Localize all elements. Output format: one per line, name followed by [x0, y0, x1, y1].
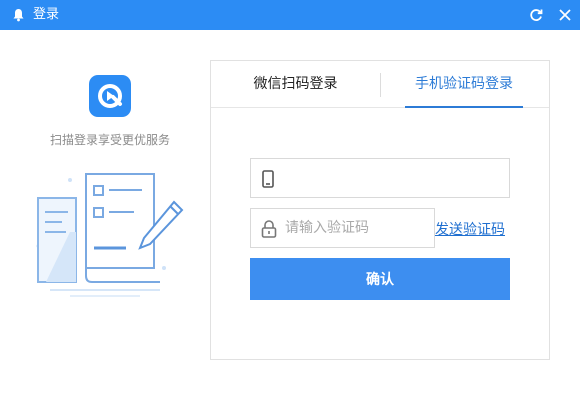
- phone-number-input[interactable]: [285, 159, 505, 197]
- tab-divider: [380, 73, 381, 97]
- bell-icon: [13, 9, 24, 22]
- app-logo-icon: [89, 75, 131, 117]
- confirm-button[interactable]: 确认: [250, 258, 510, 300]
- phone-icon: [262, 170, 274, 188]
- phone-field[interactable]: [250, 158, 510, 198]
- title-bar: 登录: [0, 0, 580, 30]
- refresh-icon[interactable]: [528, 7, 544, 23]
- tab-phone-code-login[interactable]: 手机验证码登录: [405, 61, 523, 108]
- tab-wechat-scan-login[interactable]: 微信扫码登录: [211, 61, 380, 108]
- verification-code-input[interactable]: [285, 209, 430, 247]
- verification-code-field[interactable]: [250, 208, 435, 248]
- lock-icon: [261, 220, 277, 238]
- window-title: 登录: [33, 7, 60, 22]
- document-pencil-illustration: [36, 173, 184, 297]
- login-tabs: 微信扫码登录 手机验证码登录: [211, 61, 549, 108]
- slogan-text: 扫描登录享受更优服务: [49, 133, 170, 147]
- send-code-link[interactable]: 发送验证码: [435, 219, 505, 239]
- close-icon[interactable]: [557, 7, 573, 23]
